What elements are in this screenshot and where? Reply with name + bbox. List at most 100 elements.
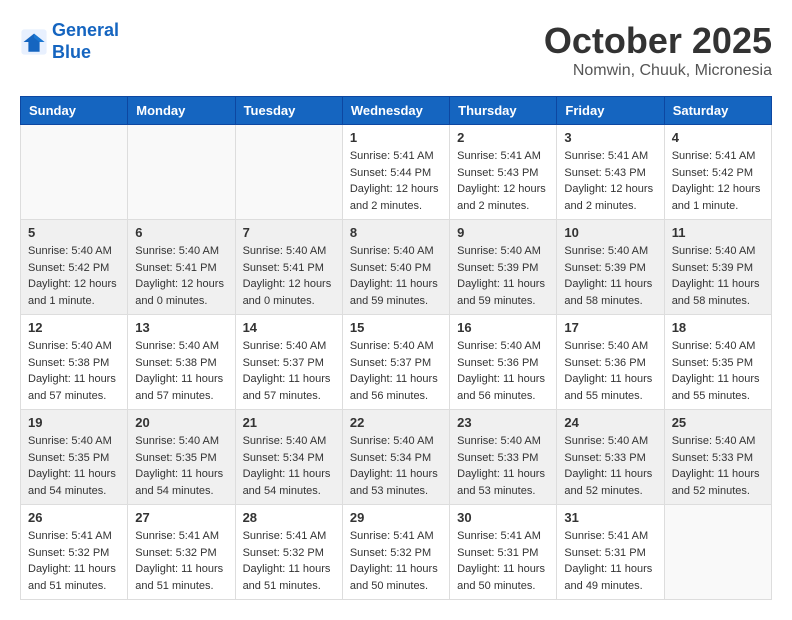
weekday-header-wednesday: Wednesday: [342, 97, 449, 125]
title-block: October 2025 Nomwin, Chuuk, Micronesia: [544, 20, 772, 80]
calendar-cell: 21Sunrise: 5:40 AMSunset: 5:34 PMDayligh…: [235, 410, 342, 505]
day-detail: Sunrise: 5:40 AMSunset: 5:38 PMDaylight:…: [135, 338, 227, 404]
calendar-cell: 12 Sunrise: 5:40 AMSunset: 5:38 PMDayligh…: [21, 315, 128, 410]
logo: General Blue: [20, 20, 119, 63]
calendar-cell: 27 Sunrise: 5:41 AMSunset: 5:32 PMDayligh…: [128, 505, 235, 600]
day-number: 5: [28, 225, 120, 240]
day-detail: Sunrise: 5:40 AMSunset: 5:37 PMDaylight:…: [350, 338, 442, 404]
day-detail: Sunrise: 5:40 AMSunset: 5:39 PMDaylight:…: [672, 243, 764, 309]
day-number: 13: [135, 320, 227, 335]
day-number: 7: [243, 225, 335, 240]
calendar-cell: 11 Sunrise: 5:40 AMSunset: 5:39 PMDayligh…: [664, 220, 771, 315]
day-detail: Sunrise: 5:40 AMSunset: 5:42 PMDaylight:…: [28, 243, 120, 309]
day-number: 4: [672, 130, 764, 145]
day-detail: Sunrise: 5:40 AMSunset: 5:41 PMDaylight:…: [243, 243, 335, 309]
day-number: 18: [672, 320, 764, 335]
calendar-week-3: 12 Sunrise: 5:40 AMSunset: 5:38 PMDayligh…: [21, 315, 772, 410]
day-number: 26: [28, 510, 120, 525]
calendar-cell: 22 Sunrise: 5:40 AMSunset: 5:34 PMDayligh…: [342, 410, 449, 505]
day-detail: Sunrise: 5:40 AMSunset: 5:40 PMDaylight:…: [350, 243, 442, 309]
weekday-header-saturday: Saturday: [664, 97, 771, 125]
day-number: 1: [350, 130, 442, 145]
day-number: 14: [243, 320, 335, 335]
day-number: 3: [564, 130, 656, 145]
calendar-cell: 7 Sunrise: 5:40 AMSunset: 5:41 PMDaylight…: [235, 220, 342, 315]
calendar-cell: 3 Sunrise: 5:41 AMSunset: 5:43 PMDaylight…: [557, 125, 664, 220]
day-detail: Sunrise: 5:40 AMSunset: 5:39 PMDaylight:…: [457, 243, 549, 309]
calendar-cell: 15 Sunrise: 5:40 AMSunset: 5:37 PMDayligh…: [342, 315, 449, 410]
calendar-week-4: 19 Sunrise: 5:40 AMSunset: 5:35 PMDayligh…: [21, 410, 772, 505]
logo-line2: Blue: [52, 42, 91, 62]
day-detail: Sunrise: 5:41 AMSunset: 5:31 PMDaylight:…: [564, 528, 656, 594]
day-number: 10: [564, 225, 656, 240]
day-detail: Sunrise: 5:41 AMSunset: 5:42 PMDaylight:…: [672, 148, 764, 214]
day-detail: Sunrise: 5:40 AMSunset: 5:34 PMDaylight:…: [350, 433, 442, 499]
day-detail: Sunrise: 5:40 AMSunset: 5:35 PMDaylight:…: [672, 338, 764, 404]
day-number: 15: [350, 320, 442, 335]
calendar-cell: [128, 125, 235, 220]
day-number: 22: [350, 415, 442, 430]
day-number: 17: [564, 320, 656, 335]
day-number: 12: [28, 320, 120, 335]
day-detail: Sunrise: 5:41 AMSunset: 5:43 PMDaylight:…: [457, 148, 549, 214]
calendar-cell: 18 Sunrise: 5:40 AMSunset: 5:35 PMDayligh…: [664, 315, 771, 410]
calendar-cell: 10 Sunrise: 5:40 AMSunset: 5:39 PMDayligh…: [557, 220, 664, 315]
calendar-cell: 29Sunrise: 5:41 AMSunset: 5:32 PMDayligh…: [342, 505, 449, 600]
calendar-table: SundayMondayTuesdayWednesdayThursdayFrid…: [20, 96, 772, 600]
calendar-cell: 6Sunrise: 5:40 AMSunset: 5:41 PMDaylight…: [128, 220, 235, 315]
day-detail: Sunrise: 5:41 AMSunset: 5:31 PMDaylight:…: [457, 528, 549, 594]
calendar-cell: [664, 505, 771, 600]
day-detail: Sunrise: 5:41 AMSunset: 5:44 PMDaylight:…: [350, 148, 442, 214]
day-detail: Sunrise: 5:40 AMSunset: 5:39 PMDaylight:…: [564, 243, 656, 309]
day-number: 11: [672, 225, 764, 240]
weekday-header-friday: Friday: [557, 97, 664, 125]
page-header: General Blue October 2025 Nomwin, Chuuk,…: [20, 20, 772, 80]
day-number: 8: [350, 225, 442, 240]
calendar-week-1: 1 Sunrise: 5:41 AMSunset: 5:44 PMDaylight…: [21, 125, 772, 220]
day-detail: Sunrise: 5:40 AMSunset: 5:38 PMDaylight:…: [28, 338, 120, 404]
day-number: 20: [135, 415, 227, 430]
day-detail: Sunrise: 5:40 AMSunset: 5:33 PMDaylight:…: [457, 433, 549, 499]
day-number: 19: [28, 415, 120, 430]
day-number: 23: [457, 415, 549, 430]
calendar-week-5: 26 Sunrise: 5:41 AMSunset: 5:32 PMDayligh…: [21, 505, 772, 600]
weekday-header-tuesday: Tuesday: [235, 97, 342, 125]
day-detail: Sunrise: 5:41 AMSunset: 5:32 PMDaylight:…: [350, 528, 442, 594]
calendar-cell: 5 Sunrise: 5:40 AMSunset: 5:42 PMDaylight…: [21, 220, 128, 315]
weekday-header-thursday: Thursday: [450, 97, 557, 125]
calendar-cell: 14 Sunrise: 5:40 AMSunset: 5:37 PMDayligh…: [235, 315, 342, 410]
day-detail: Sunrise: 5:40 AMSunset: 5:33 PMDaylight:…: [672, 433, 764, 499]
calendar-cell: 20 Sunrise: 5:40 AMSunset: 5:35 PMDayligh…: [128, 410, 235, 505]
day-detail: Sunrise: 5:41 AMSunset: 5:43 PMDaylight:…: [564, 148, 656, 214]
weekday-header-sunday: Sunday: [21, 97, 128, 125]
calendar-cell: 24Sunrise: 5:40 AMSunset: 5:33 PMDayligh…: [557, 410, 664, 505]
day-detail: Sunrise: 5:40 AMSunset: 5:35 PMDaylight:…: [28, 433, 120, 499]
day-detail: Sunrise: 5:41 AMSunset: 5:32 PMDaylight:…: [135, 528, 227, 594]
logo-text: General Blue: [52, 20, 119, 63]
day-detail: Sunrise: 5:40 AMSunset: 5:36 PMDaylight:…: [564, 338, 656, 404]
calendar-cell: 8 Sunrise: 5:40 AMSunset: 5:40 PMDaylight…: [342, 220, 449, 315]
calendar-cell: 19 Sunrise: 5:40 AMSunset: 5:35 PMDayligh…: [21, 410, 128, 505]
day-number: 27: [135, 510, 227, 525]
day-detail: Sunrise: 5:40 AMSunset: 5:34 PMDaylight:…: [243, 433, 335, 499]
location: Nomwin, Chuuk, Micronesia: [544, 62, 772, 80]
calendar-cell: 25 Sunrise: 5:40 AMSunset: 5:33 PMDayligh…: [664, 410, 771, 505]
calendar-cell: 13 Sunrise: 5:40 AMSunset: 5:38 PMDayligh…: [128, 315, 235, 410]
day-number: 2: [457, 130, 549, 145]
calendar-cell: 9Sunrise: 5:40 AMSunset: 5:39 PMDaylight…: [450, 220, 557, 315]
calendar-cell: 31Sunrise: 5:41 AMSunset: 5:31 PMDayligh…: [557, 505, 664, 600]
calendar-cell: 16Sunrise: 5:40 AMSunset: 5:36 PMDayligh…: [450, 315, 557, 410]
day-number: 25: [672, 415, 764, 430]
calendar-cell: 23 Sunrise: 5:40 AMSunset: 5:33 PMDayligh…: [450, 410, 557, 505]
day-number: 6: [135, 225, 227, 240]
calendar-cell: 17 Sunrise: 5:40 AMSunset: 5:36 PMDayligh…: [557, 315, 664, 410]
day-detail: Sunrise: 5:40 AMSunset: 5:35 PMDaylight:…: [135, 433, 227, 499]
calendar-week-2: 5 Sunrise: 5:40 AMSunset: 5:42 PMDaylight…: [21, 220, 772, 315]
calendar-cell: 2 Sunrise: 5:41 AMSunset: 5:43 PMDaylight…: [450, 125, 557, 220]
day-detail: Sunrise: 5:40 AMSunset: 5:36 PMDaylight:…: [457, 338, 549, 404]
day-detail: Sunrise: 5:41 AMSunset: 5:32 PMDaylight:…: [243, 528, 335, 594]
day-detail: Sunrise: 5:41 AMSunset: 5:32 PMDaylight:…: [28, 528, 120, 594]
weekday-header-row: SundayMondayTuesdayWednesdayThursdayFrid…: [21, 97, 772, 125]
calendar-cell: 1 Sunrise: 5:41 AMSunset: 5:44 PMDaylight…: [342, 125, 449, 220]
day-detail: Sunrise: 5:40 AMSunset: 5:37 PMDaylight:…: [243, 338, 335, 404]
